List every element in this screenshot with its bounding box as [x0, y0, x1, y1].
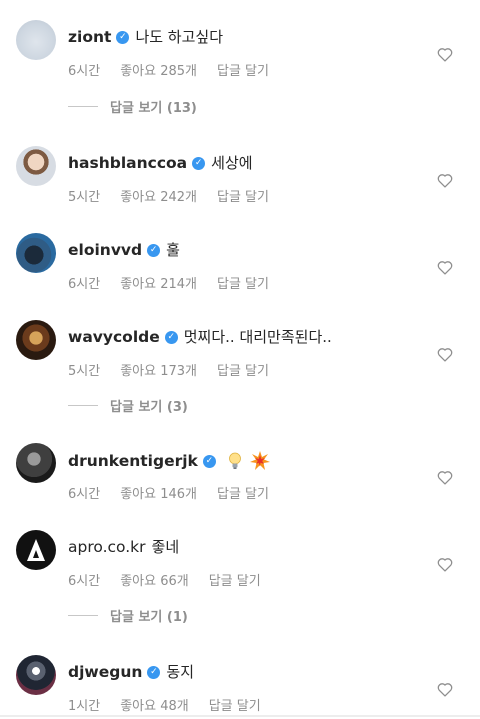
comment-meta: 1시간 좋아요 48개 답글 달기: [68, 695, 281, 714]
likes-count[interactable]: 좋아요 214개: [120, 273, 197, 292]
reply-divider: [68, 614, 98, 616]
comment-text: 좋네: [151, 538, 180, 556]
comment-text: 세상에: [211, 154, 253, 172]
comment-meta: 5시간 좋아요 242개 답글 달기: [68, 186, 289, 205]
likes-count[interactable]: 좋아요 242개: [120, 186, 197, 205]
likes-count[interactable]: 좋아요 48개: [120, 695, 189, 714]
comment-meta: 6시간 좋아요 285개 답글 달기: [68, 60, 289, 79]
heart-icon[interactable]: [436, 556, 454, 572]
comment-line: ziont ✓ 나도 하고싶다: [68, 28, 223, 46]
comment-meta: 6시간 좋아요 146개 답글 달기: [68, 483, 289, 502]
comment-line: wavycolde ✓ 멋찌다.. 대리만족된다..: [68, 328, 332, 346]
username[interactable]: drunkentigerjk: [68, 452, 198, 470]
verified-badge-icon: ✓: [164, 330, 178, 344]
view-replies-label[interactable]: 답글 보기 (3): [110, 396, 188, 415]
reply-button[interactable]: 답글 달기: [217, 60, 269, 79]
comment-line: drunkentigerjk ✓: [68, 451, 270, 471]
comment-time: 5시간: [68, 190, 101, 205]
reply-button[interactable]: 답글 달기: [209, 570, 261, 589]
reply-divider: [68, 404, 98, 406]
heart-icon[interactable]: [436, 681, 454, 697]
reply-button[interactable]: 답글 달기: [217, 483, 269, 502]
comment-text: 나도 하고싶다: [135, 28, 224, 46]
username[interactable]: apro.co.kr: [68, 538, 146, 556]
reply-button[interactable]: 답글 달기: [217, 186, 269, 205]
comment-item: ziont ✓ 나도 하고싶다 6시간 좋아요 285개 답글 달기: [0, 14, 480, 84]
comment-item: hashblanccoa ✓ 세상에 5시간 좋아요 242개 답글 달기: [0, 140, 480, 210]
reply-button[interactable]: 답글 달기: [209, 695, 261, 714]
apro-logo-icon: [27, 539, 45, 561]
comment-meta: 6시간 좋아요 214개 답글 달기: [68, 273, 289, 292]
verified-badge-icon: ✓: [147, 243, 161, 257]
avatar[interactable]: [16, 20, 56, 60]
reply-button[interactable]: 답글 달기: [217, 360, 269, 379]
comment-line: eloinvvd ✓ 훌: [68, 241, 180, 259]
heart-icon[interactable]: [436, 469, 454, 485]
likes-count[interactable]: 좋아요 173개: [120, 360, 197, 379]
heart-icon[interactable]: [436, 172, 454, 188]
comment-line: apro.co.kr 좋네: [68, 538, 179, 556]
comment-time: 6시간: [68, 487, 101, 502]
comment-item: drunkentigerjk ✓ 6시간 좋아요 146개 답글 달기: [0, 437, 480, 507]
likes-count[interactable]: 좋아요 146개: [120, 483, 197, 502]
username[interactable]: eloinvvd: [68, 241, 142, 259]
username[interactable]: hashblanccoa: [68, 154, 187, 172]
comment-text: 훌: [166, 241, 180, 259]
comment-time: 6시간: [68, 277, 101, 292]
reply-button[interactable]: 답글 달기: [217, 273, 269, 292]
comment-time: 5시간: [68, 364, 101, 379]
username[interactable]: ziont: [68, 28, 111, 46]
comment-line: hashblanccoa ✓ 세상에: [68, 154, 253, 172]
verified-badge-icon: ✓: [116, 30, 130, 44]
comment-item: wavycolde ✓ 멋찌다.. 대리만족된다.. 5시간 좋아요 173개 …: [0, 314, 480, 384]
likes-count[interactable]: 좋아요 66개: [120, 570, 189, 589]
reply-divider: [68, 105, 98, 107]
avatar[interactable]: [16, 530, 56, 570]
view-replies-button[interactable]: 답글 보기 (13): [68, 96, 197, 116]
heart-icon[interactable]: [436, 346, 454, 362]
heart-icon[interactable]: [436, 259, 454, 275]
verified-badge-icon: ✓: [202, 454, 216, 468]
verified-badge-icon: ✓: [192, 156, 206, 170]
avatar[interactable]: [16, 443, 56, 483]
avatar[interactable]: [16, 233, 56, 273]
comment-line: djwegun ✓ 동지: [68, 663, 194, 681]
comment-text: 멋찌다.. 대리만족된다..: [183, 328, 332, 346]
username[interactable]: djwegun: [68, 663, 142, 681]
comment-item: djwegun ✓ 동지 1시간 좋아요 48개 답글 달기: [0, 649, 480, 719]
comment-meta: 6시간 좋아요 66개 답글 달기: [68, 570, 281, 589]
heart-icon[interactable]: [436, 46, 454, 62]
view-replies-button[interactable]: 답글 보기 (3): [68, 395, 188, 415]
avatar[interactable]: [16, 655, 56, 695]
username[interactable]: wavycolde: [68, 328, 160, 346]
comment-time: 1시간: [68, 699, 101, 714]
comment-time: 6시간: [68, 574, 101, 589]
comment-item: apro.co.kr 좋네 6시간 좋아요 66개 답글 달기: [0, 524, 480, 594]
comment-item: eloinvvd ✓ 훌 6시간 좋아요 214개 답글 달기: [0, 227, 480, 297]
collision-emoji-icon: [249, 451, 270, 470]
avatar[interactable]: [16, 320, 56, 360]
likes-count[interactable]: 좋아요 285개: [120, 60, 197, 79]
comment-meta: 5시간 좋아요 173개 답글 달기: [68, 360, 289, 379]
lightbulb-emoji-icon: [228, 452, 241, 469]
view-replies-button[interactable]: 답글 보기 (1): [68, 605, 188, 625]
verified-badge-icon: ✓: [147, 665, 161, 679]
view-replies-label[interactable]: 답글 보기 (1): [110, 606, 188, 625]
comment-time: 6시간: [68, 64, 101, 79]
avatar[interactable]: [16, 146, 56, 186]
view-replies-label[interactable]: 답글 보기 (13): [110, 97, 197, 116]
comment-text: 동지: [166, 663, 195, 681]
